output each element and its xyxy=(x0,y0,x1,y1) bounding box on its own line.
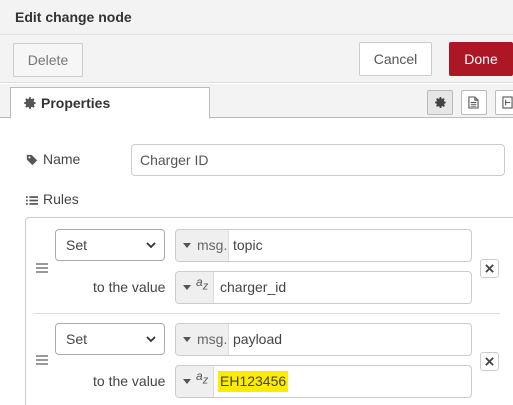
name-input[interactable]: Charger ID xyxy=(131,144,505,176)
rules-label-text: Rules xyxy=(43,191,79,207)
value-type-button[interactable]: az xyxy=(176,272,214,303)
file-text-icon xyxy=(468,96,479,109)
value-highlight: EH123456 xyxy=(218,371,289,392)
remove-rule-button[interactable] xyxy=(480,259,499,278)
node-appearance-icon xyxy=(502,96,513,109)
to-the-value-label: to the value xyxy=(93,279,166,295)
target-value: topic xyxy=(233,237,263,253)
close-icon xyxy=(485,357,494,366)
rule-divider xyxy=(33,313,500,314)
chevron-down-icon xyxy=(146,242,156,248)
chevron-down-icon xyxy=(146,336,156,342)
target-prefix: msg. xyxy=(197,237,228,253)
rules-label: Rules xyxy=(26,191,79,207)
remove-rule-button[interactable] xyxy=(480,352,499,371)
delete-button[interactable]: Delete xyxy=(13,43,83,77)
tray-toolbar: Delete Cancel Done xyxy=(0,35,513,83)
caret-down-icon xyxy=(183,285,191,290)
list-icon xyxy=(26,196,38,205)
rule-action-value: Set xyxy=(66,331,88,347)
description-tab-button[interactable] xyxy=(461,90,487,115)
string-az-icon: az xyxy=(196,275,209,293)
done-button[interactable]: Done xyxy=(449,42,513,76)
value-type-button[interactable]: az xyxy=(176,366,214,397)
caret-down-icon xyxy=(183,243,191,248)
rule-action-select[interactable]: Set xyxy=(55,323,165,355)
rule-value-input[interactable]: az EH123456 xyxy=(175,365,472,398)
tag-icon xyxy=(26,154,38,166)
cancel-button[interactable]: Cancel xyxy=(359,42,432,76)
rule-action-value: Set xyxy=(66,237,88,253)
appearance-tab-button[interactable] xyxy=(495,90,513,115)
name-label: Name xyxy=(26,151,80,167)
drag-handle-icon[interactable] xyxy=(36,355,48,367)
target-type-button[interactable]: msg. xyxy=(176,324,229,355)
gear-icon xyxy=(435,97,446,108)
rule-value-input[interactable]: az charger_id xyxy=(175,271,472,304)
drag-handle-icon[interactable] xyxy=(36,263,48,275)
target-value: payload xyxy=(233,331,283,347)
value-text: EH123456 xyxy=(218,371,289,392)
string-az-icon: az xyxy=(196,369,209,387)
caret-down-icon xyxy=(183,379,191,384)
tray-title: Edit change node xyxy=(15,9,132,25)
tab-properties[interactable]: Properties xyxy=(10,87,210,119)
to-the-value-label: to the value xyxy=(93,373,166,389)
name-label-text: Name xyxy=(43,151,81,167)
target-type-button[interactable]: msg. xyxy=(176,230,229,261)
tray-header: Edit change node xyxy=(0,0,513,35)
target-prefix: msg. xyxy=(197,331,228,347)
value-text: charger_id xyxy=(220,279,287,295)
settings-tab-button[interactable] xyxy=(427,90,453,115)
gear-icon xyxy=(24,97,36,109)
tab-properties-label: Properties xyxy=(41,95,111,111)
caret-down-icon xyxy=(183,337,191,342)
rule-target-input[interactable]: msg. topic xyxy=(175,229,472,262)
rule-action-select[interactable]: Set xyxy=(55,229,165,261)
rule-target-input[interactable]: msg. payload xyxy=(175,323,472,356)
close-icon xyxy=(485,264,494,273)
